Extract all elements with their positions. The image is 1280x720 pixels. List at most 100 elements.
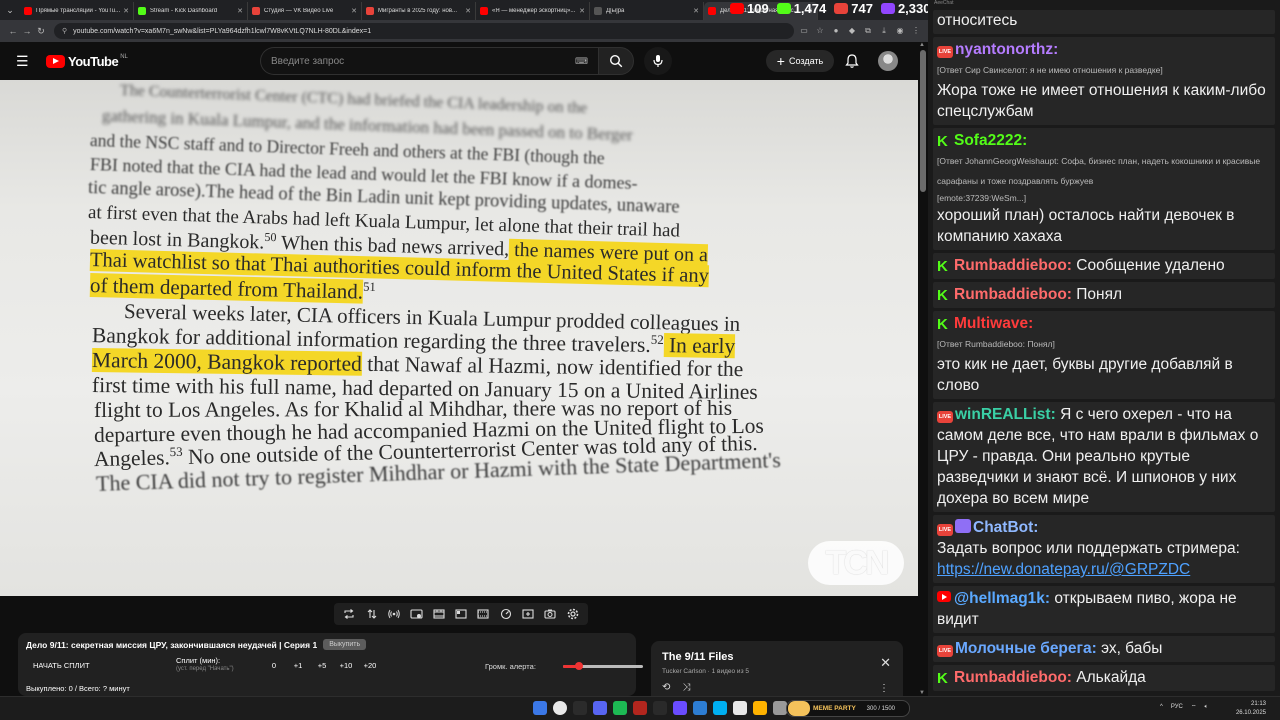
donation-link[interactable]: https://new.donatepay.ru/@GRPZDC: [937, 561, 1190, 578]
theater-mode-icon[interactable]: [475, 606, 491, 622]
chat-username[interactable]: Rumbaddieboo:: [954, 257, 1072, 274]
tab-search-chevron-icon[interactable]: ⌄: [0, 0, 20, 20]
account-avatar[interactable]: [878, 51, 898, 71]
loop-playlist-icon[interactable]: ⟲: [662, 682, 670, 693]
download-icon[interactable]: ⤓: [878, 26, 890, 36]
gear-icon[interactable]: [565, 606, 581, 622]
profile-icon[interactable]: ◉: [894, 26, 906, 36]
scrollbar-thumb[interactable]: [920, 50, 926, 192]
browser-tab[interactable]: «Я — менеджер эскортниц»... ✕: [476, 2, 590, 20]
chat-reply-quote: [Ответ Сир Свинселот: я не имею отношени…: [937, 65, 1163, 75]
chat-username[interactable]: Sofa2222:: [954, 132, 1027, 149]
chat-username[interactable]: winREALList:: [955, 406, 1056, 423]
browser-menu-icon[interactable]: ⋮: [910, 26, 922, 36]
chat-username[interactable]: ChatBot:: [973, 519, 1038, 536]
browser-tab[interactable]: Прямые трансляции - YouTu... ✕: [20, 2, 134, 20]
split-add-button[interactable]: +10: [334, 661, 358, 670]
url-field[interactable]: ⚲ youtube.com/watch?v=xa6M7n_swNw&list=P…: [54, 23, 794, 39]
chat-username[interactable]: Молочные берега:: [955, 640, 1097, 657]
language-indicator[interactable]: РУС: [1171, 704, 1183, 710]
chat-username[interactable]: Rumbaddieboo:: [954, 286, 1072, 303]
tab-close-icon[interactable]: ✕: [579, 7, 585, 15]
split-add-button[interactable]: +1: [286, 661, 310, 670]
chat-username[interactable]: @hellmag1k:: [954, 590, 1050, 607]
spotify-icon[interactable]: [613, 701, 627, 715]
notepad-icon[interactable]: [733, 701, 747, 715]
tab-close-icon[interactable]: ✕: [123, 7, 129, 15]
speedometer-icon[interactable]: [498, 606, 514, 622]
steam-icon[interactable]: [653, 701, 667, 715]
split-add-button[interactable]: +20: [358, 661, 382, 670]
browser-tab[interactable]: Студия — VK Видео Live ✕: [248, 2, 362, 20]
app-icon[interactable]: [753, 701, 767, 715]
more-options-icon[interactable]: ⋮: [879, 683, 889, 694]
tab-close-icon[interactable]: ✕: [237, 7, 243, 15]
chat-reply-quote: [Ответ Rumbaddieboo: Понял]: [937, 339, 1055, 349]
sort-arrows-icon[interactable]: [364, 606, 380, 622]
browser-tab[interactable]: Д[ы]ра ✕: [590, 2, 704, 20]
bookmark-star-icon[interactable]: ☆: [814, 26, 826, 36]
split-add-button[interactable]: +5: [310, 661, 334, 670]
viewer-count-value: 109: [747, 0, 769, 16]
film-icon[interactable]: [431, 606, 447, 622]
screenshot-camera-icon[interactable]: [542, 606, 558, 622]
back-icon[interactable]: ←: [6, 26, 20, 36]
extensions-puzzle-icon[interactable]: ⧉: [862, 26, 874, 36]
extension-icon[interactable]: ◆: [846, 26, 858, 36]
split-summary: Выкуплено: 0 / Всего: ? минут: [26, 684, 130, 693]
loop-icon[interactable]: [341, 606, 357, 622]
app-icon[interactable]: [673, 701, 687, 715]
audio-waves-icon[interactable]: [386, 606, 402, 622]
tab-close-icon[interactable]: ✕: [351, 7, 357, 15]
start-split-button[interactable]: НАЧАТЬ СПЛИТ: [26, 661, 116, 670]
video-player[interactable]: The Counterterrorist Center (CTC) had br…: [0, 80, 918, 596]
obs-icon[interactable]: [633, 701, 647, 715]
meme-party-widget[interactable]: MEME PARTY 300 / 1500: [786, 700, 910, 717]
chat-username[interactable]: Multiwave:: [954, 315, 1033, 332]
playlist-title[interactable]: The 9/11 Files: [662, 651, 892, 663]
shuffle-icon[interactable]: ⤨: [682, 682, 690, 693]
youtube-logo[interactable]: YouTube NL: [46, 54, 128, 69]
chrome-icon[interactable]: [553, 701, 567, 715]
extension-icon[interactable]: ●: [830, 26, 842, 36]
reload-icon[interactable]: ↻: [34, 26, 48, 37]
file-explorer-icon[interactable]: [573, 701, 587, 715]
tab-close-icon[interactable]: ✕: [465, 7, 471, 15]
taskbar-clock[interactable]: 21:13 26.10.2025: [1236, 700, 1266, 718]
telegram-icon[interactable]: [693, 701, 707, 715]
start-button-icon[interactable]: [533, 701, 547, 715]
notifications-bell-icon[interactable]: [844, 53, 860, 69]
wifi-icon[interactable]: ⌔: [1191, 703, 1197, 711]
scroll-up-arrow-icon[interactable]: ▲: [919, 42, 925, 48]
chat-reply-quote: [Ответ JohannGeorgWeishaupt: Софа, бизне…: [937, 156, 1261, 186]
guide-menu-icon[interactable]: ☰: [16, 53, 32, 70]
search-button[interactable]: [598, 47, 634, 75]
discord-icon[interactable]: [593, 701, 607, 715]
picture-in-picture-icon[interactable]: [453, 606, 469, 622]
keyboard-icon[interactable]: ⌨: [575, 56, 588, 67]
chat-username[interactable]: Rumbaddieboo:: [954, 669, 1072, 686]
tab-close-icon[interactable]: ✕: [693, 7, 699, 15]
voice-search-button[interactable]: [644, 47, 672, 75]
kick-badge-icon: K: [937, 316, 948, 333]
browser-tab[interactable]: Мигранты в 2025 году: нов... ✕: [362, 2, 476, 20]
app-icon[interactable]: [773, 701, 787, 715]
close-icon[interactable]: ✕: [880, 655, 891, 671]
chat-username[interactable]: nyantonorthz:: [955, 41, 1058, 58]
buyout-button[interactable]: Выкупить: [323, 639, 367, 650]
site-info-icon[interactable]: ⚲: [62, 27, 67, 35]
alert-volume-slider[interactable]: [563, 662, 643, 670]
cast-icon[interactable]: ▭: [798, 26, 810, 36]
alert-volume-knob[interactable]: [575, 662, 583, 670]
volume-icon[interactable]: 🔈︎: [1204, 704, 1208, 711]
tray-chevron-icon[interactable]: ^: [1160, 704, 1163, 710]
search-input[interactable]: Введите запрос ⌨: [260, 47, 598, 75]
youtube-wordmark: YouTube: [68, 53, 119, 69]
forward-icon[interactable]: →: [20, 26, 34, 36]
skype-icon[interactable]: [713, 701, 727, 715]
page-scrollbar[interactable]: ▲ ▼: [918, 42, 928, 696]
video-settings-icon[interactable]: [408, 606, 424, 622]
create-button[interactable]: + Создать: [766, 50, 834, 72]
browser-tab[interactable]: Stream - Kick Dashboard ✕: [134, 2, 248, 20]
add-frame-icon[interactable]: [520, 606, 536, 622]
